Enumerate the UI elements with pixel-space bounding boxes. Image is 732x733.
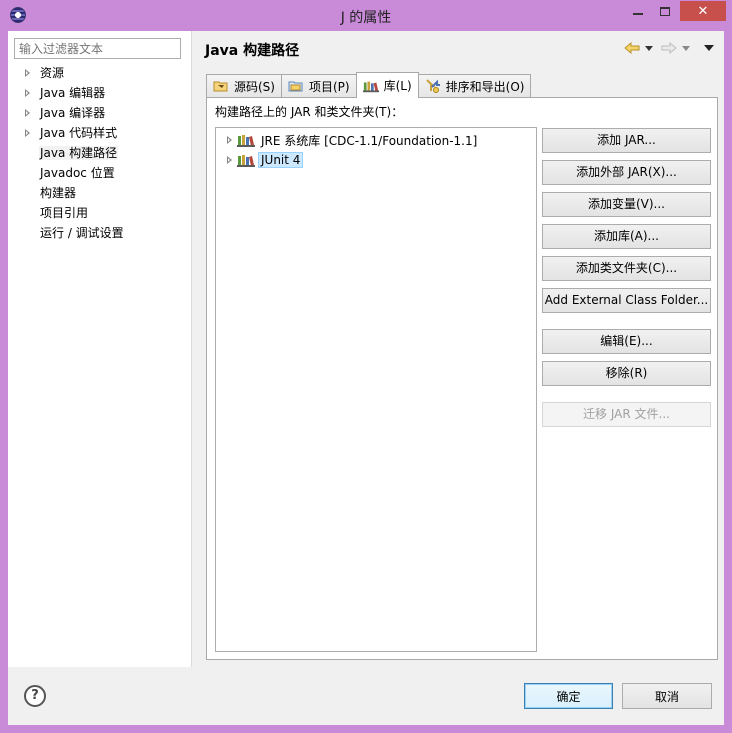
libraries-label: 构建路径上的 JAR 和类文件夹(T)： <box>215 105 404 119</box>
build-path-tabs: 源码(S) 项目(P) 库(L) 排序和导出(O) <box>206 72 532 98</box>
property-page: Java 构建路径 源码(S) 项目(P) 库(L) 排序和导出(O) 构建路径… <box>193 31 724 667</box>
expand-arrow-icon[interactable] <box>25 129 30 137</box>
migrate-jar-button[interactable]: 迁移 JAR 文件... <box>542 402 711 427</box>
nav-item-label: 构建器 <box>40 186 77 200</box>
expand-arrow-icon[interactable] <box>25 89 30 97</box>
nav-item-resource[interactable]: 资源 <box>8 63 192 83</box>
nav-item-label: Java 构建路径 <box>39 146 119 160</box>
library-icon <box>237 133 255 147</box>
nav-item-java-compiler[interactable]: Java 编译器 <box>8 103 192 123</box>
source-folder-icon <box>213 79 229 93</box>
add-library-button[interactable]: 添加库(A)... <box>542 224 711 249</box>
forward-arrow-icon[interactable] <box>661 41 677 55</box>
property-nav-pane: 资源 Java 编辑器 Java 编译器 Java 代码样式 Java 构建路径 <box>8 31 192 667</box>
nav-item-java-editor[interactable]: Java 编辑器 <box>8 83 192 103</box>
add-external-jar-button[interactable]: 添加外部 JAR(X)... <box>542 160 711 185</box>
page-title: Java 构建路径 <box>205 43 300 59</box>
back-dropdown-icon[interactable] <box>645 45 653 51</box>
back-arrow-icon[interactable] <box>624 41 640 55</box>
tree-item-junit-4[interactable]: JUnit 4 <box>216 151 304 169</box>
tab-source[interactable]: 源码(S) <box>206 74 282 97</box>
library-tree[interactable]: JRE 系统库 [CDC-1.1/Foundation-1.1] JUnit 4 <box>215 127 537 652</box>
help-icon[interactable]: ? <box>24 685 46 707</box>
nav-item-label: 项目引用 <box>40 206 89 220</box>
property-nav-list: 资源 Java 编辑器 Java 编译器 Java 代码样式 Java 构建路径 <box>8 63 192 243</box>
nav-item-javadoc-location[interactable]: Javadoc 位置 <box>8 163 192 183</box>
expand-arrow-icon[interactable] <box>25 109 30 117</box>
close-button[interactable]: ✕ <box>680 1 726 21</box>
nav-item-builders[interactable]: 构建器 <box>8 183 192 203</box>
tab-label: 库(L) <box>383 79 412 93</box>
history-toolbar <box>624 41 714 55</box>
nav-item-label: Java 编辑器 <box>40 86 106 100</box>
tree-item-label: JRE 系统库 [CDC-1.1/Foundation-1.1] <box>261 133 478 148</box>
add-external-class-folder-button[interactable]: Add External Class Folder... <box>542 288 711 313</box>
library-icon <box>362 79 379 93</box>
tab-label: 源码(S) <box>234 79 275 94</box>
nav-item-label: 资源 <box>40 66 65 80</box>
tab-projects[interactable]: 项目(P) <box>280 74 357 97</box>
forward-dropdown-icon[interactable] <box>682 45 690 51</box>
close-icon: ✕ <box>697 3 709 19</box>
tree-item-jre-system-library[interactable]: JRE 系统库 [CDC-1.1/Foundation-1.1] <box>216 131 480 149</box>
nav-item-project-references[interactable]: 项目引用 <box>8 203 192 223</box>
ok-button[interactable]: 确定 <box>524 683 613 709</box>
tab-order-export[interactable]: 排序和导出(O) <box>417 74 532 97</box>
add-jar-button[interactable]: 添加 JAR... <box>542 128 711 153</box>
nav-item-label: Java 代码样式 <box>40 126 118 140</box>
library-icon <box>237 153 255 167</box>
expand-arrow-icon[interactable] <box>227 136 232 144</box>
title-bar[interactable]: J 的属性 ✕ <box>0 0 732 31</box>
tab-label: 项目(P) <box>308 79 350 94</box>
add-class-folder-button[interactable]: 添加类文件夹(C)... <box>542 256 711 281</box>
order-export-icon <box>425 79 441 93</box>
remove-button[interactable]: 移除(R) <box>542 361 711 386</box>
cancel-button[interactable]: 取消 <box>622 683 712 709</box>
nav-item-java-build-path[interactable]: Java 构建路径 <box>8 143 192 163</box>
edit-button[interactable]: 编辑(E)... <box>542 329 711 354</box>
nav-item-label: Java 编译器 <box>40 106 106 120</box>
maximize-icon <box>660 6 670 16</box>
view-menu-icon[interactable] <box>704 45 714 51</box>
filter-input[interactable] <box>14 38 181 59</box>
minimize-button[interactable] <box>624 1 652 21</box>
properties-dialog: J 的属性 ✕ 资源 Java 编辑器 Java 编译器 <box>0 0 732 733</box>
nav-item-java-code-style[interactable]: Java 代码样式 <box>8 123 192 143</box>
project-folder-icon <box>288 79 304 93</box>
minimize-icon <box>633 13 643 15</box>
dialog-client-area: 资源 Java 编辑器 Java 编译器 Java 代码样式 Java 构建路径 <box>8 31 724 725</box>
nav-item-label: Javadoc 位置 <box>40 166 115 180</box>
maximize-button[interactable] <box>652 1 678 21</box>
tree-item-label: JUnit 4 <box>258 152 304 168</box>
tab-label: 排序和导出(O) <box>445 79 525 94</box>
libraries-tab-panel: 构建路径上的 JAR 和类文件夹(T)： JRE 系统库 [CDC-1.1/Fo… <box>206 97 718 660</box>
nav-item-run-debug-settings[interactable]: 运行 / 调试设置 <box>8 223 192 243</box>
window-title: J 的属性 <box>340 10 392 26</box>
add-variable-button[interactable]: 添加变量(V)... <box>542 192 711 217</box>
tab-libraries[interactable]: 库(L) <box>355 72 419 98</box>
nav-item-label: 运行 / 调试设置 <box>40 226 124 240</box>
expand-arrow-icon[interactable] <box>227 156 232 164</box>
expand-arrow-icon[interactable] <box>25 69 30 77</box>
